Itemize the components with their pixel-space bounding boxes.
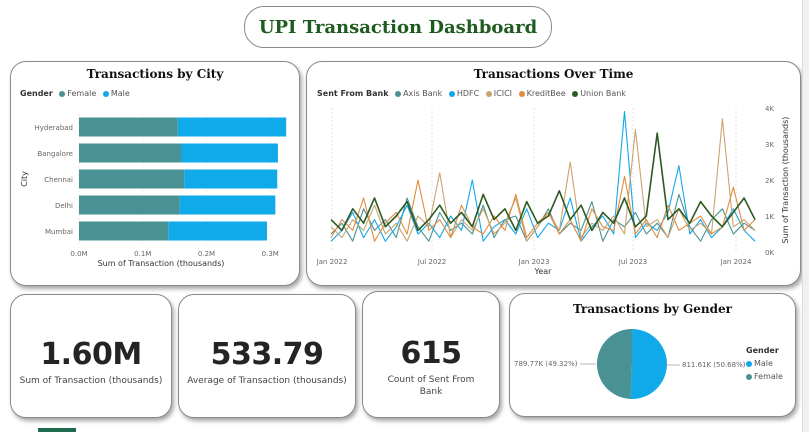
gender-legend-title: Gender (746, 346, 779, 355)
city-bar-male (181, 143, 278, 163)
pie-label-male: 811.61K (50.68%) (682, 361, 746, 369)
time-series-line (330, 118, 756, 242)
pie-slice-male (630, 329, 667, 399)
kpi-avg-value: 533.79 (210, 337, 324, 372)
kpi-count-label: Count of Sent From Bank (387, 375, 475, 397)
time-chart-card[interactable]: Transactions Over Time Sent From Bank Ax… (306, 61, 801, 286)
pie-label-female: 789.77K (49.32%) (514, 360, 578, 368)
dashboard-title: UPI Transaction Dashboard (258, 16, 538, 38)
pie-slice-female (596, 328, 632, 399)
city-x-tick: 0.3M (262, 250, 279, 258)
time-y-tick: 2K (765, 177, 774, 185)
time-x-tick: Jan 2023 (518, 258, 550, 266)
kpi-sum-card[interactable]: 1.60M Sum of Transaction (thousands) (10, 294, 172, 418)
time-y-tick: 3K (765, 141, 774, 149)
male-pie-legend-dot (746, 360, 752, 367)
city-x-axis-label: Sum of Transaction (thousands) (98, 259, 225, 268)
city-bar-male (184, 169, 278, 189)
city-x-tick: 0.2M (198, 250, 215, 258)
city-bar-male (168, 221, 268, 241)
city-x-tick: 0.1M (134, 250, 151, 258)
time-y-axis-label: Sum of Transaction (thousands) (781, 117, 790, 244)
time-y-tick: 4K (765, 105, 774, 113)
city-bar-female (79, 195, 180, 215)
kpi-count-card[interactable]: 615 Count of Sent From Bank (362, 291, 500, 418)
time-x-tick: Jul 2022 (417, 258, 447, 266)
gender-legend-female: Female (754, 372, 783, 381)
city-bar-male (177, 117, 287, 137)
gender-chart-card[interactable]: Transactions by Gender 789.77K (49.32%) … (509, 293, 796, 417)
time-line-chart: Jan 2022 Jul 2022 Jan 2023 Jul 2023 Jan 2024… (316, 105, 790, 276)
gender-legend-male: Male (754, 359, 773, 368)
city-category-label: Mumbai (45, 228, 73, 236)
city-x-tick: 0.0M (70, 250, 87, 258)
kpi-sum-label: Sum of Transaction (thousands) (19, 376, 163, 386)
city-chart-card[interactable]: Transactions by City Gender Female Male … (10, 61, 300, 286)
time-y-tick: 1K (765, 213, 774, 221)
female-pie-legend-dot (746, 373, 752, 380)
time-x-tick: Jul 2023 (618, 258, 648, 266)
city-bar-female (79, 169, 185, 189)
city-category-label: Bangalore (37, 150, 73, 158)
city-y-axis-label: City (20, 171, 29, 187)
time-x-axis-label: Year (534, 267, 553, 276)
city-bar-female (79, 117, 178, 137)
kpi-sum-value: 1.60M (40, 337, 142, 372)
kpi-avg-label: Average of Transaction (thousands) (187, 376, 347, 386)
city-bar-female (79, 143, 181, 163)
city-category-label: Delhi (55, 202, 73, 210)
page-scrollbar[interactable] (802, 0, 809, 432)
time-y-tick: 0K (765, 249, 774, 257)
time-series-line (330, 132, 756, 232)
dashboard-title-box: UPI Transaction Dashboard (244, 6, 552, 48)
kpi-count-value: 615 (400, 336, 462, 371)
city-category-label: Hyderabad (35, 124, 74, 132)
city-bar-chart: 0.0M 0.1M 0.2M 0.3M Hyderabad Bangalore Chenna… (20, 114, 287, 268)
city-category-label: Chennai (44, 176, 73, 184)
kpi-avg-card[interactable]: 533.79 Average of Transaction (thousands… (178, 294, 356, 418)
city-bar-female (79, 221, 169, 241)
time-x-tick: Jan 2024 (720, 258, 752, 266)
page-tab-indicator[interactable] (38, 428, 76, 432)
gender-legend: Gender Male Female (746, 344, 783, 383)
time-x-tick: Jan 2022 (316, 258, 348, 266)
city-bar-male (179, 195, 276, 215)
